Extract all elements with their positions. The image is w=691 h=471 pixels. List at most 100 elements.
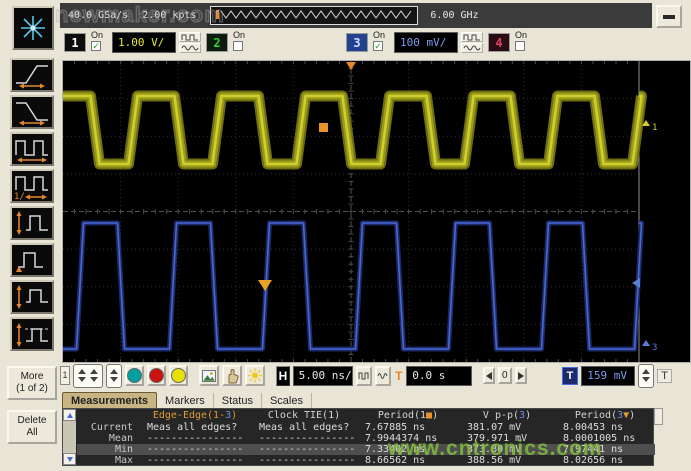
measurement-column-header[interactable]: Edge-Edge(1-3) (139, 409, 251, 422)
measurement-value: 381.07 mV (459, 422, 555, 433)
measurement-value: ---------------- (251, 444, 357, 455)
acquisition-preview-bar[interactable] (210, 6, 418, 25)
waveform-canvas: 13 (63, 61, 690, 362)
measurement-value: 7.33402 ns (357, 444, 459, 455)
channel-3-button[interactable]: 3 (346, 33, 368, 52)
horizontal-trigger-toolbar: 1 (60, 363, 672, 388)
measurement-value: ---------------- (139, 444, 251, 455)
channel-4-checkbox[interactable] (515, 41, 525, 51)
measurement-row-label: Current (77, 422, 139, 433)
channel-1-checkbox[interactable]: ✓ (91, 41, 101, 51)
tab-scales[interactable]: Scales (262, 393, 312, 408)
zoom-mode-button[interactable] (356, 366, 372, 386)
display-brightness-button[interactable] (245, 365, 265, 386)
measurement-value: 373.80 mV (459, 444, 555, 455)
app-menu-button[interactable] (12, 6, 54, 50)
marker-color-yellow-button[interactable] (169, 365, 188, 386)
measurement-value: 7.67885 ns (357, 422, 459, 433)
waveform-display[interactable]: 13 (62, 60, 691, 363)
table-scroll-stub[interactable] (654, 408, 663, 425)
vavg-icon (13, 320, 51, 348)
svg-text:1: 1 (652, 123, 657, 133)
vertical-scale-spinner[interactable] (106, 364, 123, 388)
delete-all-button[interactable]: Delete All (7, 410, 57, 444)
scroll-down-button[interactable] (63, 453, 76, 465)
channel-4-on-toggle[interactable]: On (515, 30, 527, 51)
channel-2-button[interactable]: 2 (206, 33, 228, 52)
trigger-level-field[interactable]: 159 mV (581, 366, 635, 386)
period-measure-button[interactable] (10, 132, 54, 166)
channel-3-checkbox[interactable]: ✓ (373, 41, 383, 51)
channel-3-on-toggle[interactable]: On ✓ (373, 30, 385, 51)
square-wave-icon (463, 33, 481, 41)
minimize-button[interactable] (656, 5, 682, 28)
measurement-row: Min--------------------------------7.334… (77, 444, 655, 455)
sun-icon (247, 367, 263, 384)
waveform-mode-button[interactable] (375, 366, 391, 386)
channel-3-scale-buttons (461, 32, 483, 53)
measurements-grid: Edge-Edge(1-3)Clock TIE(1)Period(1■)V p-… (77, 409, 655, 466)
measurement-value: ---------------- (251, 455, 357, 466)
marker-color-red-button[interactable] (147, 365, 166, 386)
timebase-field[interactable]: 5.00 ns/ (293, 366, 354, 386)
touch-button[interactable] (222, 365, 242, 386)
more-measurements-button[interactable]: More (1 of 2) (7, 366, 57, 400)
down-arrow-icon (67, 457, 73, 462)
table-scrollbar[interactable] (63, 409, 76, 465)
frequency-measure-button[interactable]: 1/ (10, 169, 54, 203)
tab-measurements[interactable]: Measurements (62, 392, 157, 408)
measurement-value: Meas all edges? (139, 422, 251, 433)
channel-3-fine-scale-button[interactable] (461, 43, 483, 53)
measurement-column-header[interactable]: V p-p(3) (459, 409, 555, 422)
vmax-icon (13, 283, 51, 311)
position-zero-button[interactable]: 0 (498, 367, 512, 384)
measurement-column-header[interactable]: Period(1■) (357, 409, 459, 422)
vpp-measure-button[interactable] (10, 206, 54, 240)
rise-time-measure-button[interactable] (10, 58, 54, 92)
position-left-button[interactable] (483, 367, 495, 384)
delay-field[interactable]: 0.0 s (406, 366, 472, 386)
fall-time-measure-button[interactable] (10, 95, 54, 129)
measurement-value: Meas all edges? (251, 422, 357, 433)
measurement-column-header[interactable]: Clock TIE(1) (251, 409, 357, 422)
scroll-up-button[interactable] (63, 409, 76, 421)
channel-2-on-toggle[interactable]: On (233, 30, 245, 51)
measurement-value: 379.971 mV (459, 433, 555, 444)
channel-3-coarse-scale-button[interactable] (461, 32, 483, 42)
period-edge-marker (319, 123, 328, 132)
screen-capture-button[interactable] (199, 365, 219, 386)
channel-1-scale-field[interactable]: 1.00 V/ (112, 32, 176, 53)
left-arrow-icon (486, 372, 492, 380)
hand-icon (224, 367, 240, 384)
trigger-time-icon: T (394, 369, 403, 383)
tab-markers[interactable]: Markers (157, 393, 214, 408)
period-icon (13, 135, 51, 163)
channel-1-on-toggle[interactable]: On ✓ (91, 30, 103, 51)
channel-2-checkbox[interactable] (233, 41, 243, 51)
position-right-button[interactable] (515, 367, 527, 384)
channel-indicator: 1 (60, 366, 70, 385)
trigger-menu-button[interactable]: T (562, 367, 579, 385)
trigger-level-spinner[interactable] (638, 364, 654, 388)
vertical-position-spinners[interactable] (73, 364, 103, 388)
up-arrow-icon (67, 413, 73, 418)
measurement-value: 8.0001005 ns (555, 433, 655, 444)
memory-depth: 2.00 kpts (142, 10, 196, 21)
measurement-column-header[interactable]: Period(3▼) (555, 409, 655, 422)
measurement-row: Max--------------------------------8.665… (77, 455, 655, 466)
channel-1-scale-buttons (179, 32, 201, 53)
vmax-measure-button[interactable] (10, 280, 54, 314)
channel-4-button[interactable]: 4 (488, 33, 510, 52)
svg-text:3: 3 (652, 343, 657, 353)
channel-3-scale-field[interactable]: 100 mV/ (394, 32, 458, 53)
marker-color-teal-button[interactable] (125, 365, 144, 386)
vavg-measure-button[interactable] (10, 317, 54, 351)
square-wave-icon (181, 33, 199, 41)
channel-1-coarse-scale-button[interactable] (179, 32, 201, 42)
tab-status[interactable]: Status (214, 393, 262, 408)
horizontal-menu-button[interactable]: H (276, 366, 289, 386)
channel-1-button[interactable]: 1 (64, 33, 86, 52)
overshoot-measure-button[interactable] (10, 243, 54, 277)
yellow-circle-icon (171, 368, 186, 383)
channel-1-fine-scale-button[interactable] (179, 43, 201, 53)
